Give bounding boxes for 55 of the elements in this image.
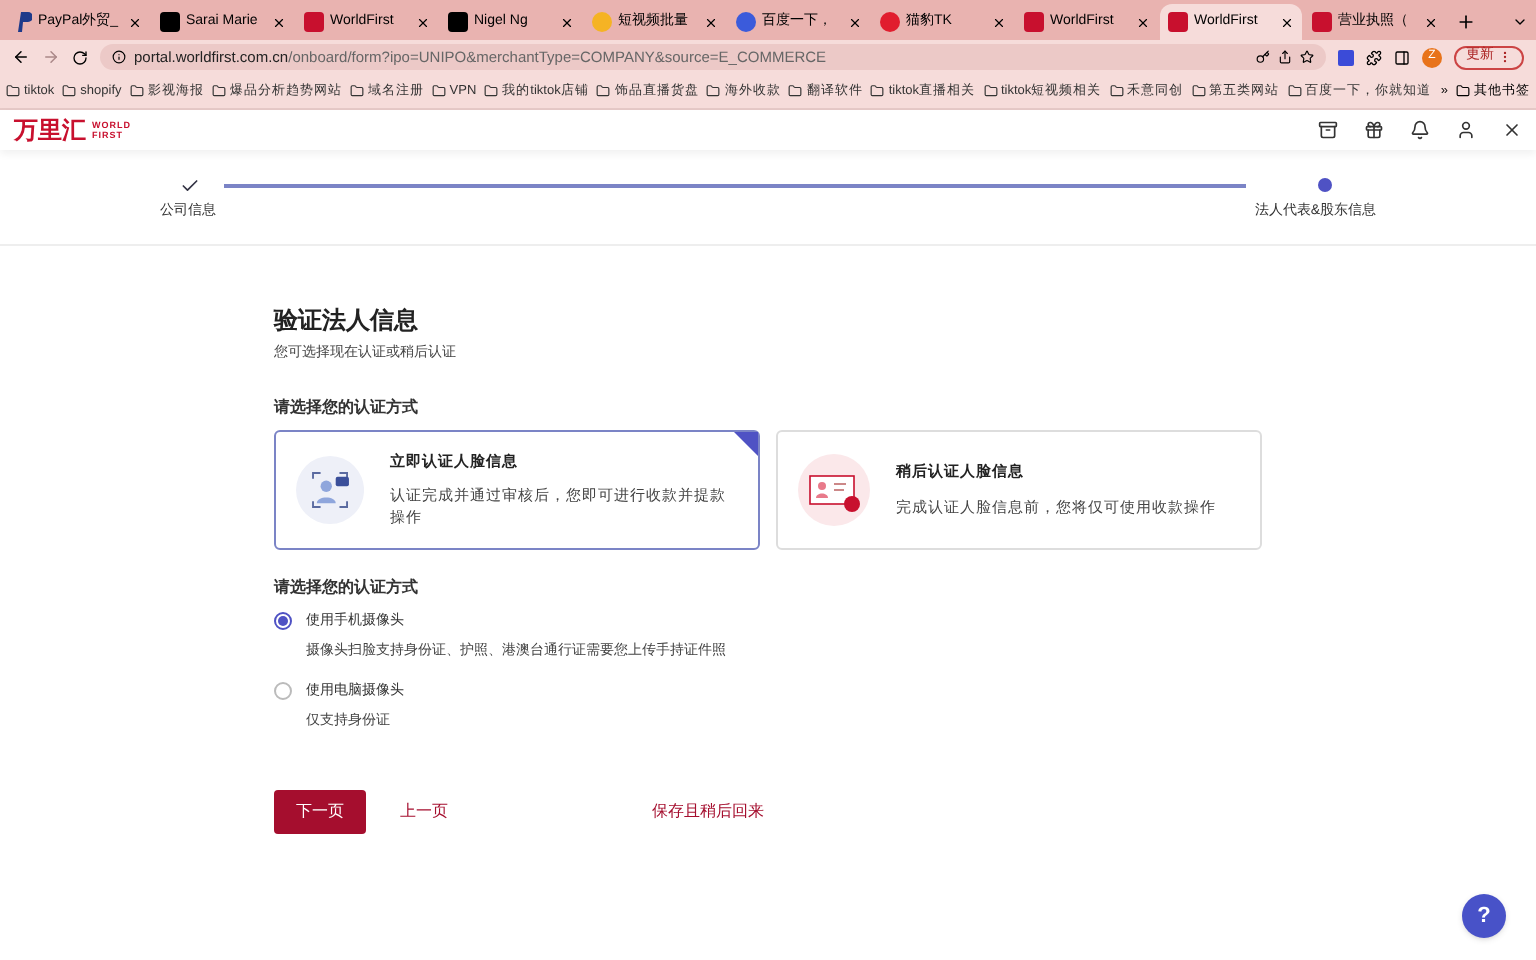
folder-icon bbox=[349, 84, 364, 98]
close-icon[interactable] bbox=[1424, 15, 1438, 29]
close-icon[interactable] bbox=[1280, 15, 1294, 29]
close-icon[interactable] bbox=[1136, 15, 1150, 29]
side-panel-icon[interactable] bbox=[1394, 49, 1410, 65]
folder-icon bbox=[62, 84, 77, 98]
face-scan-icon bbox=[296, 453, 365, 525]
folder-icon bbox=[431, 84, 446, 98]
bookmark-star-icon[interactable] bbox=[1300, 50, 1314, 64]
close-icon[interactable] bbox=[848, 15, 862, 29]
close-icon[interactable] bbox=[992, 15, 1006, 29]
close-icon[interactable] bbox=[560, 15, 574, 29]
puzzle-icon[interactable] bbox=[1366, 49, 1382, 65]
id-card-icon bbox=[798, 453, 870, 525]
folder-icon bbox=[870, 84, 885, 98]
back-icon[interactable] bbox=[12, 48, 30, 66]
key-icon[interactable] bbox=[1256, 50, 1270, 64]
info-icon bbox=[112, 50, 126, 64]
share-icon[interactable] bbox=[1278, 50, 1292, 64]
user-icon[interactable] bbox=[1456, 120, 1476, 140]
close-icon[interactable] bbox=[272, 15, 286, 29]
gift-icon[interactable] bbox=[1364, 120, 1384, 140]
folder-icon bbox=[6, 84, 20, 98]
extension-icon[interactable] bbox=[1338, 49, 1354, 65]
folder-icon bbox=[484, 84, 499, 98]
more-icon bbox=[1498, 50, 1512, 64]
folder-icon bbox=[788, 84, 803, 98]
new-tab-icon[interactable] bbox=[1456, 12, 1476, 32]
chevron-icon[interactable] bbox=[1512, 14, 1528, 30]
folder-icon bbox=[129, 84, 144, 98]
next-button[interactable]: 下一页 bbox=[274, 789, 366, 833]
help-button[interactable]: ? bbox=[1462, 894, 1506, 938]
folder-icon bbox=[1109, 84, 1124, 98]
close-icon[interactable] bbox=[128, 15, 142, 29]
folder-icon bbox=[1287, 84, 1302, 98]
radio-button[interactable] bbox=[274, 682, 292, 701]
inbox-icon[interactable] bbox=[1318, 120, 1338, 140]
save-link[interactable]: 保存且稍后回来 bbox=[652, 799, 764, 823]
reload-icon[interactable] bbox=[72, 49, 88, 65]
notification-icon[interactable] bbox=[1410, 120, 1430, 140]
folder-icon bbox=[983, 84, 997, 98]
folder-icon bbox=[1191, 84, 1206, 98]
radio-button[interactable] bbox=[274, 612, 292, 631]
section-heading: 请选择您的认证方式 bbox=[274, 575, 420, 599]
folder-icon bbox=[596, 84, 611, 98]
folder-icon bbox=[211, 84, 226, 98]
selected-corner-icon bbox=[734, 431, 758, 455]
section-heading: 请选择您的认证方式 bbox=[274, 395, 420, 419]
close-icon[interactable] bbox=[1502, 120, 1522, 140]
close-icon[interactable] bbox=[704, 15, 718, 29]
page-title: 验证法人信息 bbox=[274, 304, 420, 338]
folder-icon bbox=[1456, 84, 1470, 98]
close-icon[interactable] bbox=[416, 15, 430, 29]
previous-link[interactable]: 上一页 bbox=[400, 799, 448, 823]
folder-icon bbox=[706, 84, 721, 98]
